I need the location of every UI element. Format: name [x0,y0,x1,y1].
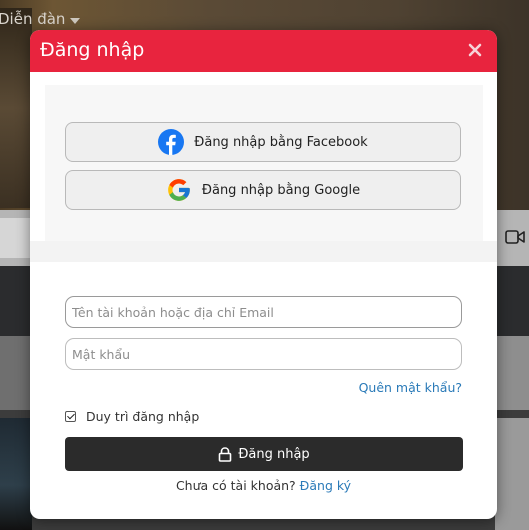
modal-header: Đăng nhập [30,30,497,72]
checkmark-icon[interactable] [65,411,76,422]
google-icon [166,177,192,203]
login-submit-button[interactable]: Đăng nhập [65,437,463,471]
section-divider [30,241,497,262]
signup-prompt: Chưa có tài khoản? [175,478,296,493]
close-icon[interactable] [465,39,485,61]
remember-me-checkbox[interactable]: Duy trì đăng nhập [65,409,199,424]
password-input[interactable] [65,338,462,370]
video-camera-icon [505,230,525,244]
content-band [495,336,529,410]
signup-link[interactable]: Đăng ký [300,478,351,493]
facebook-login-button[interactable]: Đăng nhập bằng Facebook [65,122,461,162]
facebook-icon [158,129,185,155]
google-login-label: Đăng nhập bằng Google [201,182,361,198]
content-band [495,418,529,530]
login-modal: Đăng nhập Đăng nhập bằng Facebook Đăng n… [30,30,497,519]
social-login-panel: Đăng nhập bằng Facebook Đăng nhập bằng G… [45,85,483,241]
facebook-login-label: Đăng nhập bằng Facebook [194,134,368,150]
google-login-button[interactable]: Đăng nhập bằng Google [65,170,461,210]
username-input[interactable] [65,296,462,328]
signup-row: Chưa có tài khoản? Đăng ký [30,478,497,493]
chevron-down-icon [70,18,80,24]
modal-title: Đăng nhập [40,39,145,61]
remember-me-label: Duy trì đăng nhập [86,409,200,424]
login-submit-label: Đăng nhập [238,446,310,462]
toolbar-strip-left [0,218,32,258]
forum-nav-label: Diễn đàn [0,10,66,28]
forgot-password-link[interactable]: Quên mật khẩu? [359,380,462,395]
thumbnail-image [0,418,32,530]
lock-icon [219,446,232,462]
